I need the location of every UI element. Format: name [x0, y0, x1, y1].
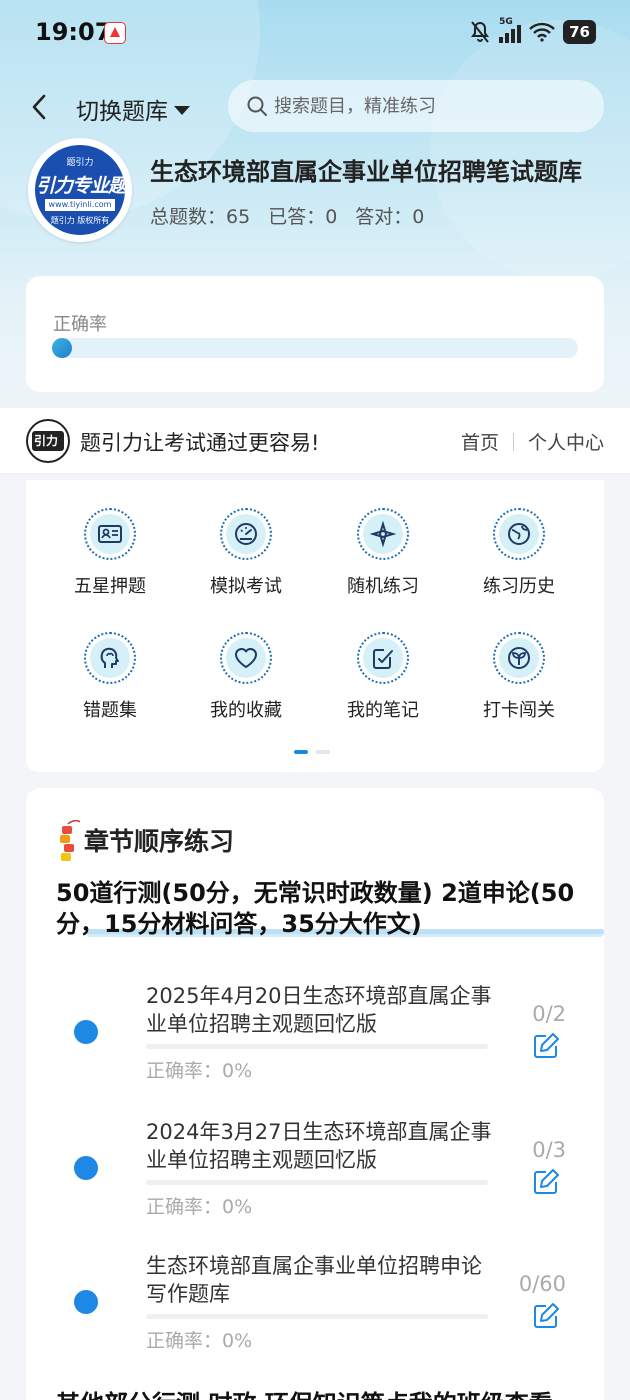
status-bar: 19:07 5G 76	[0, 0, 630, 66]
mute-bell-icon	[471, 21, 490, 43]
chapter-heading: 章节顺序练习	[56, 818, 234, 862]
id-card-icon	[98, 525, 122, 543]
chapter-bullet-icon	[74, 1020, 98, 1044]
accuracy-card: 正确率	[26, 276, 604, 392]
logo-top-text: 题引力	[66, 158, 94, 168]
chapter-name: 2024年3月27日生态环境部直属企事业单位招聘主观题回忆版	[146, 1120, 492, 1172]
search-bar[interactable]	[228, 80, 604, 132]
caret-down-icon	[174, 105, 190, 115]
correct-count: 答对：0	[355, 206, 425, 228]
logo-copyright-text: 题引力 版权所有	[50, 216, 110, 225]
bank-stats: 总题数：65 已答：0 答对：0	[150, 202, 424, 229]
brand-logo-icon	[26, 419, 70, 463]
slogan-bar: 题引力让考试通过更容易! 首页 个人中心	[0, 408, 630, 474]
accuracy-label: 正确率	[53, 314, 107, 335]
chapter-practice-card: 章节顺序练习 50道行测(50分，无常识时政数量) 2道申论(50分，15分材料…	[26, 788, 604, 1400]
chapter-item[interactable]: 生态环境部直属企事业单位招聘申论写作题库 正确率：0% 0/60	[26, 1252, 604, 1372]
switch-bank-dropdown[interactable]: 切换题库	[76, 92, 190, 126]
chapter-count: 0/60	[518, 1272, 566, 1296]
feature-check-in[interactable]: 打卡闯关	[459, 632, 579, 722]
compass-icon	[370, 521, 396, 547]
feature-label: 我的笔记	[347, 700, 419, 721]
page-dot-active[interactable]	[294, 750, 308, 754]
feature-label: 我的收藏	[210, 700, 282, 721]
nav-home-link[interactable]: 首页	[461, 428, 499, 455]
chapter-count: 0/3	[532, 1138, 566, 1162]
chapter-progress-bar	[146, 1314, 488, 1319]
bank-title: 生态环境部直属企事业单位招聘笔试题库	[150, 158, 582, 186]
chapter-accuracy: 正确率：0%	[146, 1330, 253, 1352]
feature-label: 错题集	[83, 700, 137, 721]
edit-icon[interactable]	[532, 1168, 560, 1196]
slogan-text: 题引力让考试通过更容易!	[80, 431, 320, 455]
gauge-icon	[235, 523, 257, 545]
nav-profile-link[interactable]: 个人中心	[528, 428, 604, 455]
feature-label: 练习历史	[483, 576, 555, 597]
switch-bank-label: 切换题库	[76, 99, 168, 125]
status-time: 19:07	[35, 18, 112, 46]
wifi-icon	[529, 22, 555, 42]
chapter-accuracy: 正确率：0%	[146, 1060, 253, 1082]
chapter-count: 0/2	[532, 1002, 566, 1026]
page-indicator	[294, 750, 330, 754]
logo-url-text: www.tiyinli.com	[45, 199, 115, 211]
search-input[interactable]	[274, 95, 574, 117]
firecracker-icon	[60, 819, 80, 861]
feature-practice-history[interactable]: 练习历史	[459, 508, 579, 598]
battery-indicator: 76	[563, 20, 596, 44]
feature-mock-exam[interactable]: 模拟考试	[186, 508, 306, 598]
chapter-name: 2025年4月20日生态环境部直属企事业单位招聘主观题回忆版	[146, 984, 492, 1036]
globe-icon	[508, 523, 530, 545]
section-title[interactable]: 50道行测(50分，无常识时政数量) 2道申论(50分，15分材料问答，35分大…	[56, 878, 606, 940]
chapter-item[interactable]: 2025年4月20日生态环境部直属企事业单位招聘主观题回忆版 正确率：0% 0/…	[26, 982, 604, 1102]
feature-notes[interactable]: 我的笔记	[323, 632, 443, 722]
network-type-label: 5G	[499, 17, 513, 27]
feature-five-star[interactable]: 五星押题	[50, 508, 170, 598]
sprout-icon	[508, 647, 530, 669]
heart-icon	[235, 648, 257, 668]
feature-label: 打卡闯关	[483, 700, 555, 721]
chapter-bullet-icon	[74, 1290, 98, 1314]
next-section-title[interactable]: 其他部分行测 时政 环保知识等点我的班级查看	[56, 1384, 606, 1400]
app-notification-icon	[104, 22, 126, 44]
nav-divider	[512, 432, 514, 451]
feature-wrong-questions[interactable]: 错题集	[50, 632, 170, 722]
accuracy-progress-indicator	[52, 338, 72, 358]
question-bank-logo: 题引力 引力专业题 www.tiyinli.com 题引力 版权所有	[28, 138, 132, 242]
edit-icon[interactable]	[532, 1302, 560, 1330]
chapter-heading-text: 章节顺序练习	[84, 827, 235, 856]
accuracy-progress-bar	[52, 338, 578, 358]
brain-head-icon	[100, 647, 119, 668]
answered-count: 已答：0	[268, 206, 338, 228]
page-dot[interactable]	[316, 750, 330, 754]
chapter-accuracy: 正确率：0%	[146, 1196, 253, 1218]
chapter-bullet-icon	[74, 1156, 98, 1180]
chapter-progress-bar	[146, 1180, 488, 1185]
chapter-item[interactable]: 2024年3月27日生态环境部直属企事业单位招聘主观题回忆版 正确率：0% 0/…	[26, 1118, 604, 1238]
total-questions: 总题数：65	[150, 206, 251, 228]
chapter-name: 生态环境部直属企事业单位招聘申论写作题库	[146, 1254, 482, 1306]
signal-icon: 5G	[499, 17, 522, 43]
chapter-progress-bar	[146, 1044, 488, 1049]
status-icons: 5G 76	[469, 17, 596, 44]
feature-favorites[interactable]: 我的收藏	[186, 632, 306, 722]
feature-grid: 五星押题 模拟考试 随机练习 练习历史 错题集 我的收藏 我的笔记 打卡闯关	[26, 480, 604, 772]
search-icon	[247, 96, 267, 116]
edit-icon[interactable]	[532, 1032, 560, 1060]
note-check-icon	[373, 649, 393, 669]
feature-random-practice[interactable]: 随机练习	[323, 508, 443, 598]
feature-label: 模拟考试	[210, 576, 282, 597]
feature-label: 随机练习	[347, 576, 419, 597]
feature-label: 五星押题	[74, 576, 146, 597]
back-arrow-icon[interactable]	[26, 92, 54, 122]
top-nav: 首页 个人中心	[461, 428, 604, 455]
logo-main-text: 引力专业题	[35, 175, 125, 197]
